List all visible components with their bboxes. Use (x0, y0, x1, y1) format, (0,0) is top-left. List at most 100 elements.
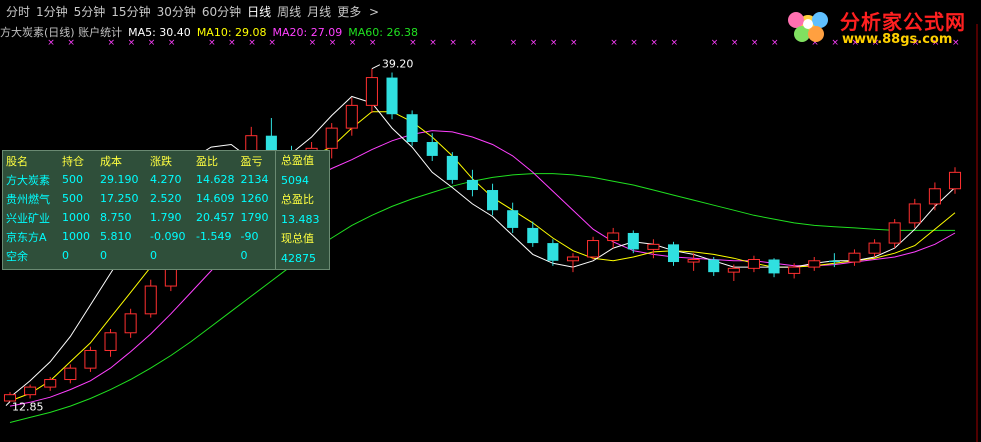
candle-body-up (868, 242, 881, 254)
cell-ratio (193, 246, 238, 265)
signal-marker: × (550, 38, 558, 48)
signal-marker: × (248, 38, 256, 48)
signal-marker: × (449, 38, 457, 48)
low-pointer (5, 401, 11, 406)
table-header-row: 股名 持仓 成本 涨跌 盈比 盈亏 (3, 151, 282, 170)
signal-marker: × (268, 38, 276, 48)
header-cost: 成本 (100, 154, 122, 168)
candle-body-up (727, 267, 740, 273)
candle-body-down (768, 259, 780, 274)
candle-body-up (888, 222, 901, 244)
candle-body-down (426, 142, 438, 156)
candle-body-up (848, 252, 861, 263)
candle-body-up (365, 77, 378, 106)
signal-marker: × (530, 38, 538, 48)
logo-url: www.88gs.com (842, 32, 953, 47)
holdings-table: 股名 持仓 成本 涨跌 盈比 盈亏 方大炭素 500 29.190 4.270 … (3, 151, 282, 265)
logo-title: 分析家公式网 (840, 10, 966, 34)
signal-marker: × (329, 38, 337, 48)
cell-ratio: 20.457 (196, 211, 235, 224)
cell-position: 500 (62, 192, 83, 205)
candle-body-up (788, 266, 801, 274)
cell-change: 0 (150, 249, 157, 262)
candle-body-up (747, 259, 760, 269)
header-stock-name: 股名 (6, 154, 28, 168)
candle-body-up (84, 349, 97, 369)
cell-change: 2.520 (150, 192, 182, 205)
cell-cost: 29.190 (100, 173, 139, 186)
signal-marker: × (108, 38, 116, 48)
cell-ratio: 14.628 (196, 173, 235, 186)
summary-total-ratio-value: 13.483 (281, 212, 320, 226)
candle-body-up (928, 188, 941, 205)
table-row[interactable]: 贵州燃气 500 17.250 2.520 14.609 1260 (3, 189, 282, 208)
table-row[interactable]: 兴业矿业 1000 8.750 1.790 20.457 1790 (3, 208, 282, 227)
summary-current-value-value: 42875 (281, 251, 316, 265)
table-row[interactable]: 空余 0 0 0 0 (3, 246, 282, 265)
cell-position: 1000 (62, 230, 90, 243)
signal-marker: × (228, 38, 236, 48)
signal-marker: × (630, 38, 638, 48)
candle-body-up (24, 386, 37, 396)
low-price-label: 12.85 (12, 401, 44, 414)
table-row[interactable]: 方大炭素 500 29.190 4.270 14.628 2134 (3, 170, 282, 189)
candle-body-up (948, 171, 962, 190)
candle-body-up (325, 127, 338, 149)
header-change: 涨跌 (150, 154, 172, 168)
table-row[interactable]: 京东方A 1000 5.810 -0.090 -1.549 -90 (3, 227, 282, 246)
signal-marker: × (771, 38, 779, 48)
header-profit-ratio: 盈比 (196, 154, 218, 168)
candle-body-down (828, 260, 840, 263)
cell-position: 500 (62, 173, 83, 186)
candle-body-down (466, 179, 478, 191)
candle-body-up (64, 367, 77, 381)
cell-name: 兴业矿业 (6, 211, 50, 225)
signal-marker: × (309, 38, 317, 48)
cell-name: 空余 (6, 249, 28, 263)
summary-current-value-label: 现总值 (281, 232, 314, 245)
signal-marker: × (671, 38, 679, 48)
candle-body-up (647, 243, 660, 250)
cell-name: 京东方A (6, 230, 47, 244)
summary-total-profit-value: 5094 (281, 173, 309, 187)
candle-body-down (708, 259, 720, 273)
cell-name: 方大炭素 (6, 173, 50, 187)
candle-body-down (487, 190, 499, 211)
signal-marker: × (409, 38, 417, 48)
candle-body-down (667, 244, 680, 263)
candle-body-up (566, 256, 580, 262)
summary-total-ratio-label: 总盈比 (281, 193, 314, 206)
signal-marker: × (208, 38, 216, 48)
signal-marker: × (510, 38, 518, 48)
account-stats-panel: 股名 持仓 成本 涨跌 盈比 盈亏 方大炭素 500 29.190 4.270 … (2, 150, 330, 270)
candle-body-up (44, 379, 57, 388)
signal-marker: × (731, 38, 739, 48)
signal-marker: × (369, 38, 377, 48)
candle-body-up (104, 332, 117, 351)
signal-marker: × (650, 38, 658, 48)
signal-marker: × (128, 38, 136, 48)
cell-change: 4.270 (150, 173, 182, 186)
signal-marker: × (429, 38, 437, 48)
candle-body-up (687, 259, 700, 263)
signal-marker: × (168, 38, 176, 48)
summary-column: 总盈值 5094 总盈比 13.483 现总值 42875 (275, 151, 330, 269)
signal-marker: × (47, 38, 55, 48)
candle-body-down (386, 77, 398, 115)
flower-logo-icon (788, 12, 828, 42)
summary-total-profit-label: 总盈值 (281, 154, 314, 167)
candle-body-down (627, 232, 639, 250)
candle-body-up (607, 232, 620, 242)
candle-body-up (345, 104, 358, 129)
candle-body-down (507, 210, 519, 228)
site-logo: 分析家公式网 www.88gs.com (782, 2, 978, 50)
header-position: 持仓 (62, 154, 84, 168)
cell-name: 贵州燃气 (6, 192, 50, 206)
cell-ratio: -1.549 (196, 230, 232, 243)
candle-body-down (547, 243, 559, 261)
signal-marker: × (469, 38, 477, 48)
candle-body-up (908, 203, 921, 224)
candle-body-up (808, 260, 821, 268)
signal-marker: × (610, 38, 618, 48)
candle-body-down (406, 114, 418, 143)
